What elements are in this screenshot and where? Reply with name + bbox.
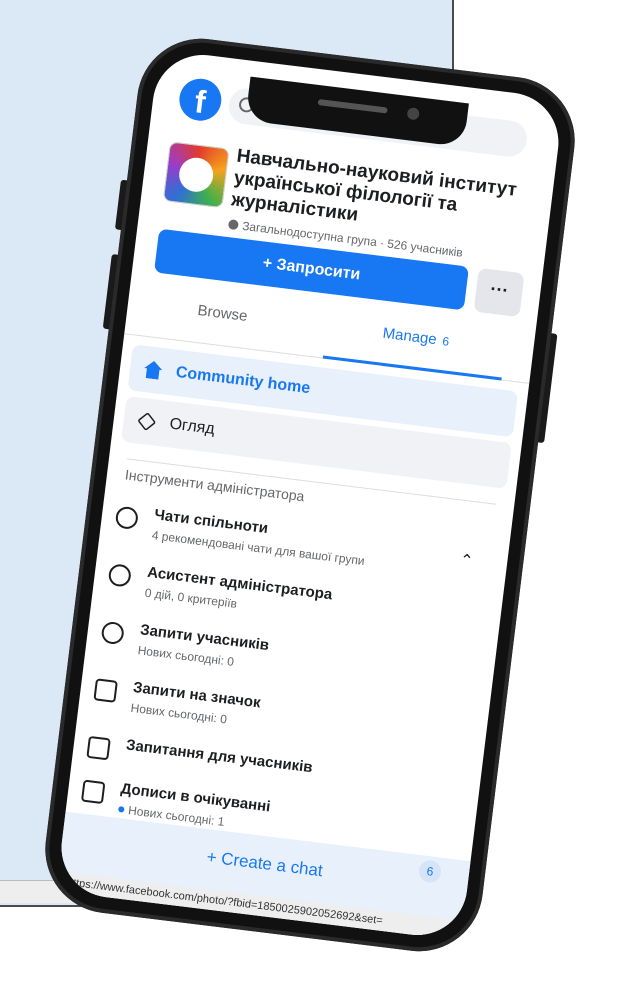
pending-posts-icon: [80, 779, 106, 805]
nav-overview-label: Огляд: [168, 415, 216, 438]
gear-icon: [107, 563, 133, 588]
messenger-icon: [114, 505, 140, 531]
facebook-logo-icon[interactable]: f: [176, 76, 224, 124]
tab-manage-count: 6: [441, 334, 451, 349]
home-icon: [143, 360, 163, 380]
layers-icon: [137, 412, 157, 432]
badge-icon: [93, 678, 118, 703]
speaker: [317, 99, 388, 114]
questions-icon: [86, 735, 111, 761]
admin-tools-heading: Інструменти адміністратора: [124, 466, 306, 505]
chevron-up-icon[interactable]: ⌃: [459, 550, 475, 571]
tab-browse[interactable]: Browse: [154, 281, 290, 352]
tab-manage-label: Manage: [381, 324, 438, 349]
tab-manage[interactable]: Manage 6: [323, 302, 508, 380]
unread-dot: [117, 806, 125, 813]
tab-browse-label: Browse: [196, 301, 249, 325]
camera: [406, 107, 420, 121]
nav-community-home-label: Community home: [174, 363, 312, 398]
globe-icon: [227, 219, 239, 231]
person-icon: [100, 620, 125, 646]
more-options-button[interactable]: ···: [473, 267, 525, 318]
group-avatar[interactable]: [162, 141, 230, 209]
